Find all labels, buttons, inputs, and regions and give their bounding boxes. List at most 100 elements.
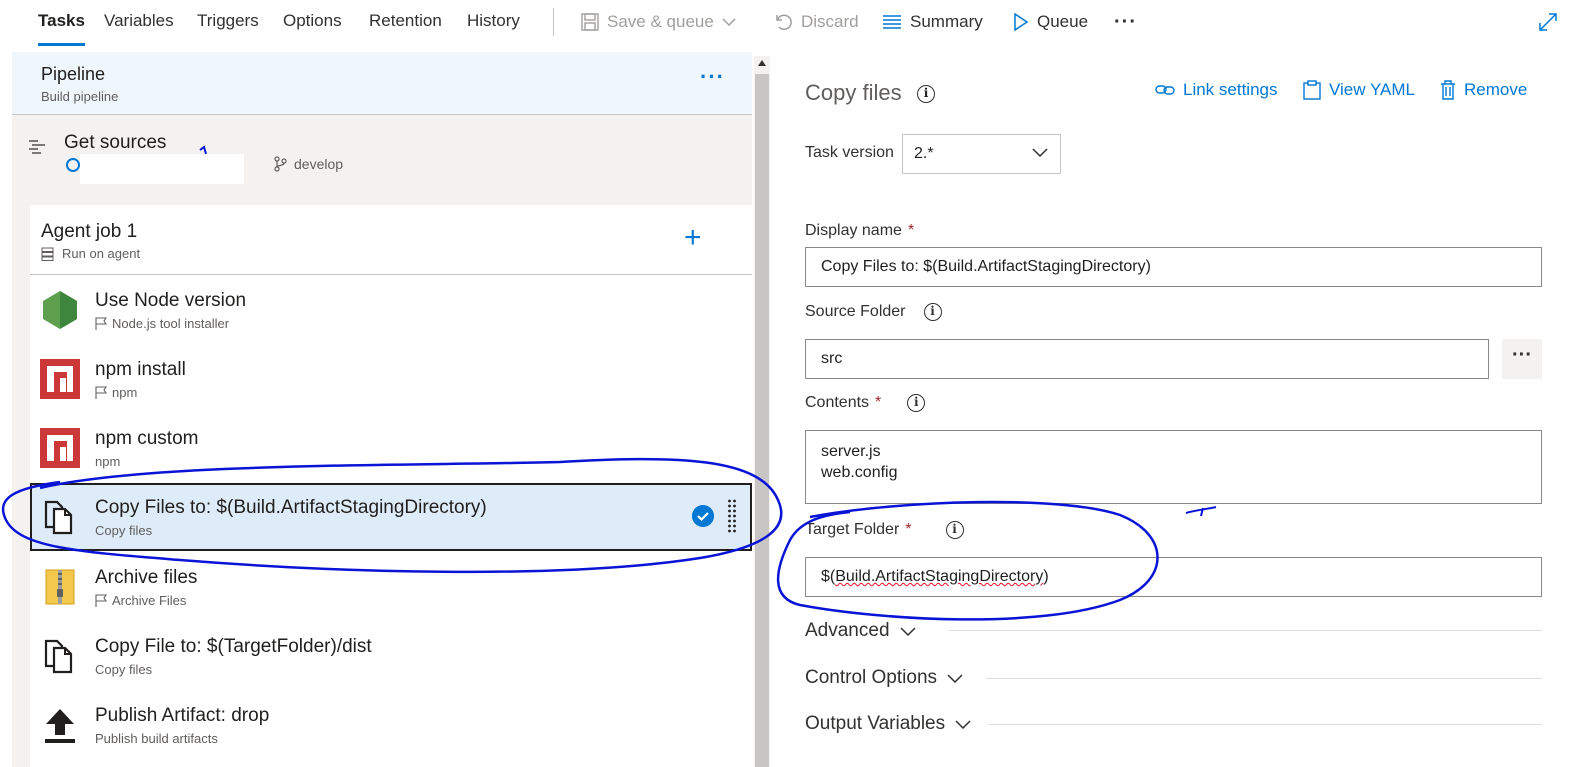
display-name-label: Display name * [805,222,914,240]
output-variables-label: Output Variables [805,713,946,734]
tab-options[interactable]: Options [283,0,342,48]
task-subtitle: Copy files [95,523,152,538]
task-subtitle-text: Copy files [95,523,153,538]
info-icon[interactable]: i [945,521,964,539]
task-subtitle: Copy files [95,662,152,677]
contents-textarea[interactable]: server.js web.config [805,430,1542,504]
discard-label: Discard [801,12,859,31]
task-subtitle-text: Node.js tool installer [112,316,230,331]
output-variables-section-toggle[interactable]: Output Variables [805,713,971,735]
remove-label: Remove [1464,80,1528,99]
target-folder-input[interactable]: $(Build.ArtifactStagingDirectory) [805,557,1542,597]
link-settings-button[interactable]: Link settings [1155,78,1278,102]
control-options-label: Control Options [805,667,938,688]
task-title: Copy Files to: $(Build.ArtifactStagingDi… [95,497,487,518]
browse-source-button[interactable]: ··· [1502,339,1542,379]
tab-triggers[interactable]: Triggers [197,0,259,48]
flag-icon [95,594,107,607]
view-yaml-button[interactable]: View YAML [1303,78,1415,102]
task-publish-artifact[interactable]: Publish Artifact: drop Publish build art… [30,691,752,759]
detail-title: Copy files [805,80,902,105]
info-icon[interactable]: i [907,394,926,412]
task-copy-files-staging[interactable]: Copy Files to: $(Build.ArtifactStagingDi… [30,483,752,551]
list-icon [883,15,901,29]
control-options-section-toggle[interactable]: Control Options [805,667,963,689]
pipeline-title: Pipeline [41,64,106,84]
pipeline-header[interactable]: Pipeline Build pipeline ··· [12,52,752,115]
task-archive-files[interactable]: Archive files Archive Files [30,553,752,621]
agent-job[interactable]: Agent job 1 Run on agent + [30,205,752,275]
chevron-down-icon [722,18,736,27]
task-version-label-text: Task version [805,144,894,161]
scroll-up-icon[interactable] [757,59,767,67]
task-title: Publish Artifact: drop [95,705,270,726]
flag-icon [95,386,107,399]
tab-variables[interactable]: Variables [104,0,174,48]
task-detail-panel: Copy files i Link settings View YAML Rem… [776,52,1580,767]
task-subtitle-text: Archive Files [112,593,187,608]
chevron-down-icon [1032,148,1048,157]
pipeline-more-button[interactable]: ··· [700,64,725,90]
info-icon[interactable]: i [917,85,935,103]
branch-name: develop [294,156,344,172]
remove-button[interactable]: Remove [1440,78,1527,102]
source-folder-label: Source Folder i [805,303,942,321]
section-divider [988,724,1542,725]
publish-icon [45,709,75,743]
branch-icon [274,156,287,172]
get-sources-item[interactable]: Get sources develop [12,116,752,202]
redacted-repo-name [80,154,244,184]
link-icon [1155,85,1175,95]
task-title: npm install [95,359,186,380]
info-icon[interactable]: i [923,303,942,321]
summary-button[interactable]: Summary [882,0,983,44]
clipboard-icon [1303,80,1321,100]
source-folder-label-text: Source Folder [805,303,906,320]
left-panel-scrollbar[interactable] [754,56,770,767]
target-folder-suffix: ) [1043,568,1049,585]
task-npm-install[interactable]: npm install npm [30,345,752,413]
task-subtitle-text: npm [95,454,121,469]
agent-job-title: Agent job 1 [41,221,138,242]
section-divider [986,678,1542,679]
task-subtitle-text: npm [112,385,138,400]
advanced-section-toggle[interactable]: Advanced [805,620,916,642]
discard-button[interactable]: Discard [773,0,859,44]
task-subtitle: Publish build artifacts [95,731,218,746]
scrollbar-thumb[interactable] [755,74,769,767]
tab-retention[interactable]: Retention [369,0,442,48]
task-copy-file-dist[interactable]: Copy File to: $(TargetFolder)/dist Copy … [30,622,752,690]
view-yaml-label: View YAML [1329,80,1415,99]
job-task-list: Agent job 1 Run on agent + Use Node vers… [30,205,752,767]
tab-tasks[interactable]: Tasks [38,0,85,48]
npm-icon [40,428,80,468]
task-subtitle: Node.js tool installer [95,316,229,331]
add-task-button[interactable]: + [684,223,702,253]
task-title: Copy File to: $(TargetFolder)/dist [95,636,372,657]
tab-history[interactable]: History [467,0,520,48]
task-version-select[interactable]: 2.* [902,134,1061,174]
pipeline-tasks-panel: Pipeline Build pipeline ··· Get sources … [12,52,752,767]
get-sources-icon [29,140,45,154]
expand-button[interactable] [1538,0,1558,44]
required-marker: * [907,222,915,239]
save-and-queue-button[interactable]: Save & queue [581,0,736,44]
section-divider [949,630,1542,631]
display-name-input[interactable]: Copy Files to: $(Build.ArtifactStagingDi… [805,247,1542,287]
task-subtitle-text: Copy files [95,662,153,677]
more-actions-button[interactable]: ··· [1114,0,1137,44]
display-name-label-text: Display name [805,222,902,239]
required-marker: * [905,521,912,538]
queue-button[interactable]: Queue [1013,0,1088,44]
chevron-down-icon [955,720,971,729]
expand-icon [1539,13,1557,31]
task-subtitle: npm [95,454,120,469]
queue-label: Queue [1037,12,1089,31]
task-npm-custom[interactable]: npm custom npm [30,414,752,482]
contents-label-text: Contents [805,394,870,411]
drag-handle-icon[interactable] [727,499,737,535]
source-folder-input[interactable]: src [805,339,1489,379]
task-subtitle: Archive Files [95,593,186,608]
target-folder-label-text: Target Folder [805,521,900,538]
task-use-node-version[interactable]: Use Node version Node.js tool installer [30,276,752,344]
